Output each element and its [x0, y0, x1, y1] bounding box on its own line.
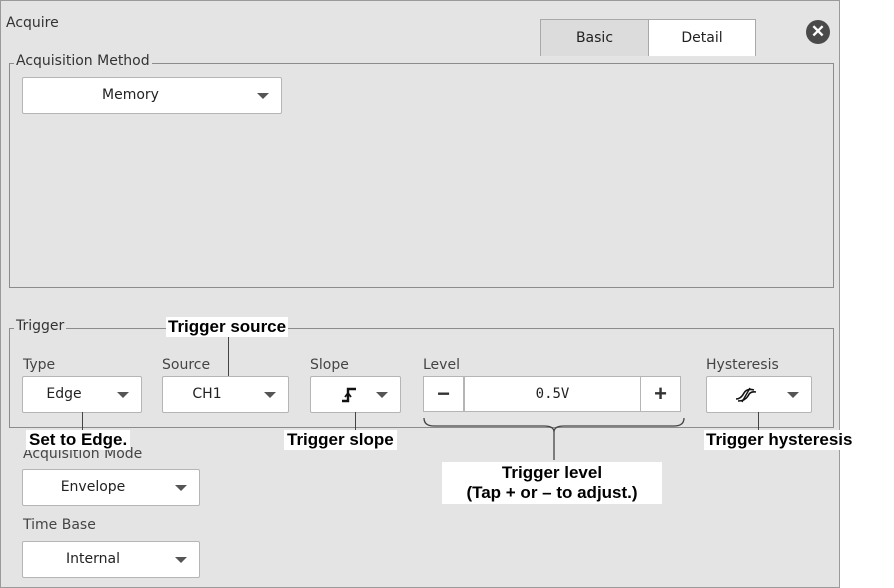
chevron-down-icon — [264, 392, 276, 398]
chevron-down-icon — [175, 557, 187, 563]
acquisition-method-label: Acquisition Method — [14, 53, 152, 69]
trigger-type-dropdown[interactable]: Edge — [22, 376, 142, 413]
callout-trigger-hysteresis: Trigger hysteresis — [704, 430, 855, 450]
chevron-down-icon — [787, 392, 799, 398]
trigger-group-label: Trigger — [14, 318, 67, 334]
time-base-label: Time Base — [23, 517, 96, 533]
callout-line — [228, 336, 229, 376]
level-minus-button[interactable]: − — [423, 376, 464, 412]
time-base-value: Internal — [66, 551, 120, 567]
trigger-source-dropdown[interactable]: CH1 — [162, 376, 289, 413]
callout-line — [82, 412, 83, 430]
level-bracket — [423, 417, 685, 460]
callout-trigger-source: Trigger source — [166, 317, 289, 337]
chevron-down-icon — [175, 485, 187, 491]
trigger-hysteresis-label: Hysteresis — [706, 357, 779, 373]
trigger-type-label: Type — [23, 357, 56, 373]
callout-line — [355, 412, 356, 430]
trigger-slope-dropdown[interactable] — [310, 376, 401, 413]
chevron-down-icon — [376, 392, 388, 398]
trigger-level-label: Level — [423, 357, 460, 373]
trigger-slope-label: Slope — [310, 357, 349, 373]
acquisition-method-dropdown[interactable]: Memory — [22, 77, 282, 114]
time-base-dropdown[interactable]: Internal — [22, 541, 200, 578]
trigger-hysteresis-dropdown[interactable] — [706, 376, 812, 413]
chevron-down-icon — [117, 392, 129, 398]
callout-trigger-level-line2: (Tap + or – to adjust.) — [466, 483, 638, 502]
callout-trigger-level-line1: Trigger level — [501, 463, 603, 482]
tab-detail[interactable]: Detail — [648, 19, 756, 56]
close-icon[interactable]: ✕ — [806, 20, 830, 44]
trigger-level-value[interactable]: 0.5V — [464, 376, 641, 412]
trigger-source-value: CH1 — [192, 386, 222, 402]
callout-trigger-slope: Trigger slope — [284, 430, 397, 450]
dialog-title: Acquire — [6, 15, 59, 31]
callout-set-to-edge: Set to Edge. — [26, 430, 131, 450]
acquisition-mode-value: Envelope — [60, 479, 126, 495]
tab-basic[interactable]: Basic — [540, 19, 649, 56]
acquisition-mode-dropdown[interactable]: Envelope — [22, 469, 200, 506]
callout-line — [758, 412, 759, 430]
hysteresis-icon — [735, 387, 757, 403]
callout-trigger-level: Trigger level (Tap + or – to adjust.) — [442, 462, 662, 504]
rising-edge-icon — [342, 387, 356, 403]
chevron-down-icon — [257, 93, 269, 99]
trigger-type-value: Edge — [46, 386, 82, 402]
level-plus-button[interactable]: + — [640, 376, 681, 412]
trigger-source-label: Source — [162, 357, 211, 373]
acquisition-method-value: Memory — [102, 87, 159, 103]
